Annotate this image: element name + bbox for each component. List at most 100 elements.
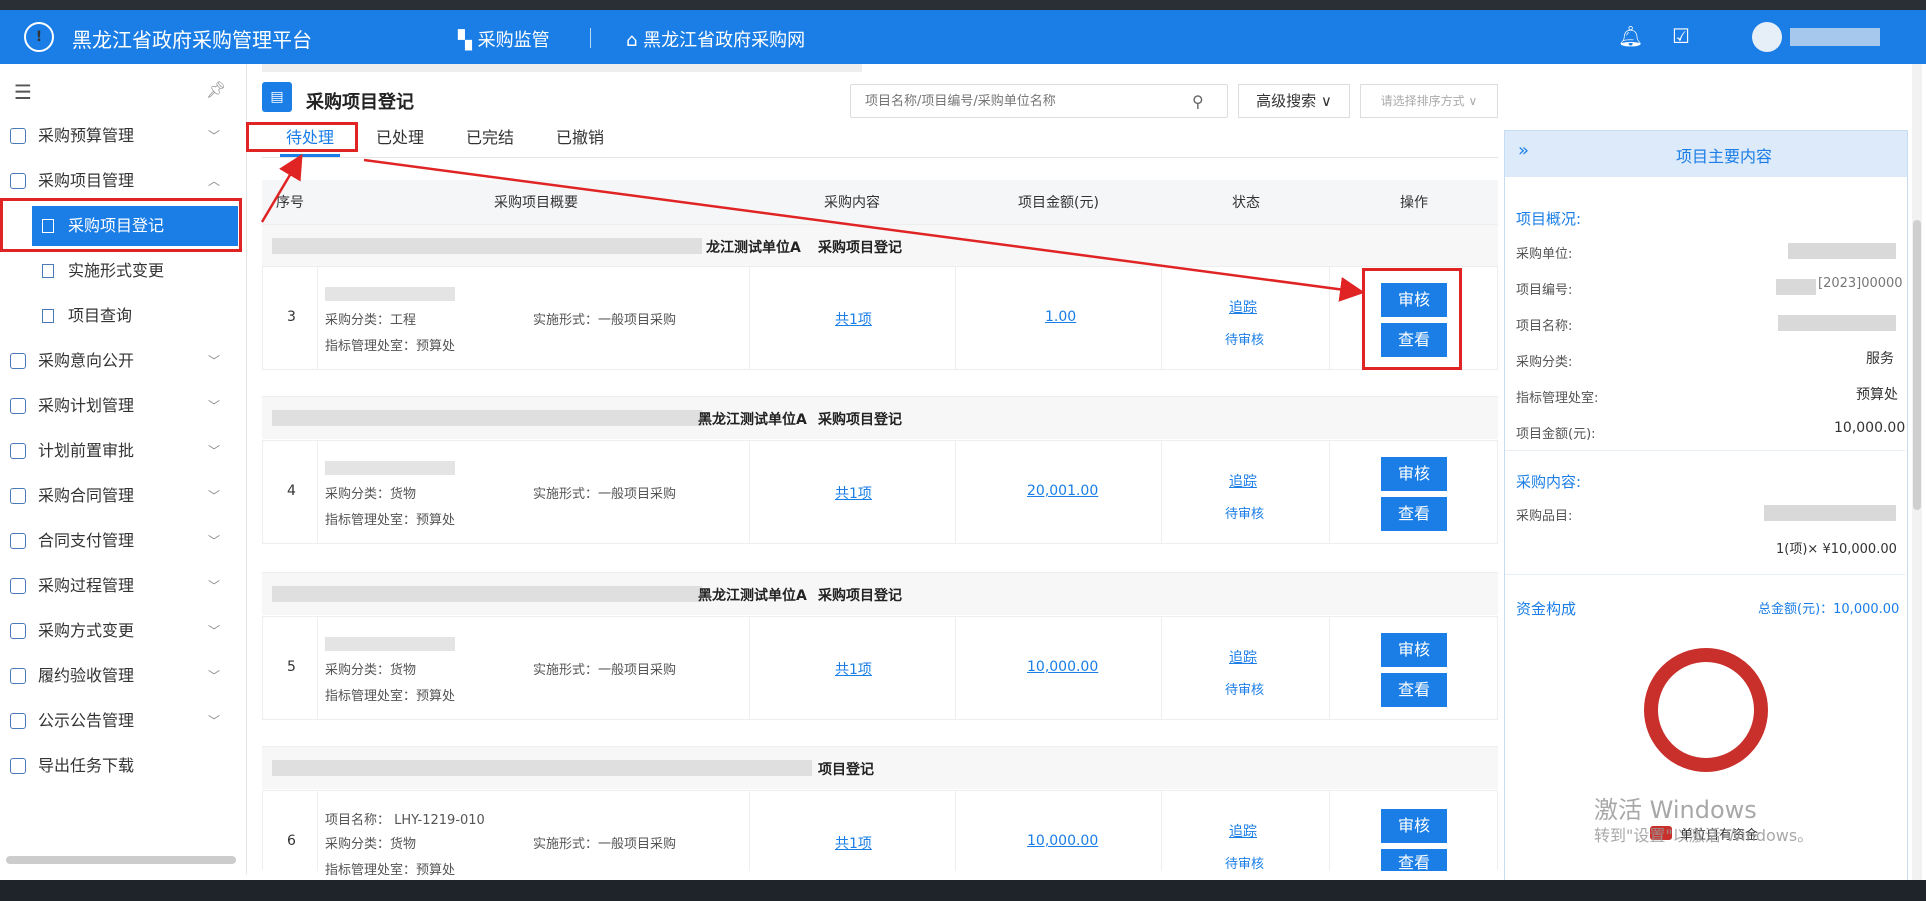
bell-icon[interactable]: 🔔︎ <box>1618 24 1643 48</box>
row-content-link[interactable]: 共1项 <box>835 483 872 503</box>
row-seq: 5 <box>287 659 296 675</box>
sidebar-item-process[interactable]: 采购过程管理 ﹀ <box>0 566 246 606</box>
sidebar-scrollbar[interactable] <box>6 856 236 864</box>
sidebar-sub-query[interactable]: 项目查询 <box>32 296 238 336</box>
search-input[interactable] <box>863 85 1187 117</box>
payment-icon <box>10 533 26 549</box>
budget-icon <box>10 128 26 144</box>
redacted-info <box>272 238 702 254</box>
label-dept: 指标管理处室: <box>1516 391 1599 406</box>
process-icon <box>10 578 26 594</box>
avatar[interactable] <box>1752 22 1782 52</box>
announcement-icon <box>10 713 26 729</box>
acceptance-icon <box>10 668 26 684</box>
review-button[interactable]: 审核 <box>1381 633 1447 667</box>
redacted-value <box>1776 279 1816 295</box>
row-content-link[interactable]: 共1项 <box>835 659 872 679</box>
tab-withdrawn[interactable]: 已撤销 <box>556 124 604 148</box>
table-row: 5 采购分类：货物 实施形式：一般项目采购 指标管理处室：预算处 共1项 10,… <box>262 616 1498 720</box>
tab-processed[interactable]: 已处理 <box>376 124 424 148</box>
row-category: 采购分类：货物 <box>325 663 417 678</box>
label-code: 项目编号: <box>1516 283 1573 298</box>
intent-icon <box>10 353 26 369</box>
register-icon: ▤ <box>262 82 292 112</box>
fund-donut-chart <box>1644 648 1768 772</box>
row-dept: 指标管理处室：预算处 <box>325 513 456 528</box>
row-track-link[interactable]: 追踪 <box>1229 821 1257 841</box>
row-track-link[interactable]: 追踪 <box>1229 471 1257 491</box>
window-chrome <box>0 0 1926 10</box>
row-form: 实施形式：一般项目采购 <box>533 837 677 852</box>
detail-panel-title: 项目主要内容 <box>1676 147 1773 166</box>
sidebar-item-announcement[interactable]: 公示公告管理 ﹀ <box>0 701 246 741</box>
tabs-divider <box>262 157 1498 158</box>
menu-icon[interactable]: ☰ <box>14 80 32 104</box>
breadcrumb-redacted <box>262 64 862 72</box>
sidebar-item-budget[interactable]: 采购预算管理 ﹀ <box>0 116 246 156</box>
value-category: 服务 <box>1866 351 1894 367</box>
chevron-down-icon: ﹀ <box>208 354 221 368</box>
fund-title: 资金构成 <box>1516 600 1577 618</box>
sidebar-sub-form-change[interactable]: 实施形式变更 <box>32 251 238 291</box>
col-seq: 序号 <box>276 195 304 211</box>
review-button[interactable]: 审核 <box>1381 457 1447 491</box>
table-row: 3 采购分类：工程 实施形式：一般项目采购 指标管理处室：预算处 共1项 1.0… <box>262 266 1498 370</box>
table-row: 4 采购分类：货物 实施形式：一般项目采购 指标管理处室：预算处 共1项 20,… <box>262 440 1498 544</box>
view-button[interactable]: 查看 <box>1381 849 1447 871</box>
sidebar-item-export[interactable]: 导出任务下载 <box>0 746 246 786</box>
page-scrollbar-thumb[interactable] <box>1913 220 1921 510</box>
row-amount-link[interactable]: 20,001.00 <box>1027 483 1098 499</box>
redacted-info <box>272 410 702 426</box>
chevron-down-icon: ﹀ <box>208 444 221 458</box>
row-track-link[interactable]: 追踪 <box>1229 297 1257 317</box>
os-taskbar <box>0 880 1926 901</box>
search-icon[interactable]: ⚲ <box>1192 92 1204 111</box>
row-status: 待审核 <box>1225 857 1265 872</box>
redacted-name <box>325 637 455 651</box>
sort-select[interactable]: 请选择排序方式 ∨ <box>1360 84 1498 118</box>
label-amount: 项目金额(元): <box>1516 427 1596 442</box>
value-code: [2023]00000 <box>1818 276 1903 291</box>
row-amount-link[interactable]: 10,000.00 <box>1027 833 1098 849</box>
sidebar-item-method-change[interactable]: 采购方式变更 ﹀ <box>0 611 246 651</box>
row-form: 实施形式：一般项目采购 <box>533 313 677 328</box>
row-form: 实施形式：一般项目采购 <box>533 663 677 678</box>
sidebar-item-plan[interactable]: 采购计划管理 ﹀ <box>0 386 246 426</box>
review-button[interactable]: 审核 <box>1381 809 1447 843</box>
advanced-search-button[interactable]: 高级搜索 ∨ <box>1238 84 1350 118</box>
collapse-icon[interactable]: » <box>1518 140 1529 161</box>
row-seq: 3 <box>287 309 296 325</box>
chevron-down-icon: ﹀ <box>208 534 221 548</box>
table-header <box>262 180 1498 224</box>
task-icon[interactable]: ☑ <box>1672 24 1690 48</box>
export-icon <box>10 758 26 774</box>
windows-watermark-hint: 转到"设置"以激活 Windows。 <box>1594 826 1814 845</box>
sidebar-item-intent[interactable]: 采购意向公开 ﹀ <box>0 341 246 381</box>
record-header: 项目登记 <box>262 746 1498 789</box>
row-amount-link[interactable]: 1.00 <box>1045 309 1076 325</box>
sidebar-item-project-mgmt[interactable]: 采购项目管理 ︿ <box>0 161 246 201</box>
sidebar-item-pre-approval[interactable]: 计划前置审批 ﹀ <box>0 431 246 471</box>
view-button[interactable]: 查看 <box>1381 497 1447 531</box>
row-content-link[interactable]: 共1项 <box>835 309 872 329</box>
chevron-down-icon: ﹀ <box>208 579 221 593</box>
row-content-link[interactable]: 共1项 <box>835 833 872 853</box>
sidebar-item-acceptance[interactable]: 履约验收管理 ﹀ <box>0 656 246 696</box>
row-track-link[interactable]: 追踪 <box>1229 647 1257 667</box>
pin-icon[interactable]: 📌︎ <box>206 80 226 99</box>
view-button[interactable]: 查看 <box>1381 673 1447 707</box>
tab-completed[interactable]: 已完结 <box>466 124 514 148</box>
page-title: 采购项目登记 <box>306 92 414 113</box>
value-dept: 预算处 <box>1856 387 1898 403</box>
row-amount-link[interactable]: 10,000.00 <box>1027 659 1098 675</box>
nav-supervision[interactable]: ▚ 采购监管 <box>458 26 550 52</box>
label-item: 采购品目: <box>1516 509 1573 524</box>
record-header: 黑龙江测试单位A 采购项目登记 <box>262 396 1498 439</box>
sidebar-item-contract[interactable]: 采购合同管理 ﹀ <box>0 476 246 516</box>
row-dept: 指标管理处室：预算处 <box>325 339 456 354</box>
sidebar-item-payment[interactable]: 合同支付管理 ﹀ <box>0 521 246 561</box>
nav-procurement-site[interactable]: ⌂ 黑龙江省政府采购网 <box>626 26 805 52</box>
search-box[interactable] <box>850 84 1228 118</box>
redacted-info <box>272 760 812 776</box>
col-status: 状态 <box>1232 195 1260 211</box>
